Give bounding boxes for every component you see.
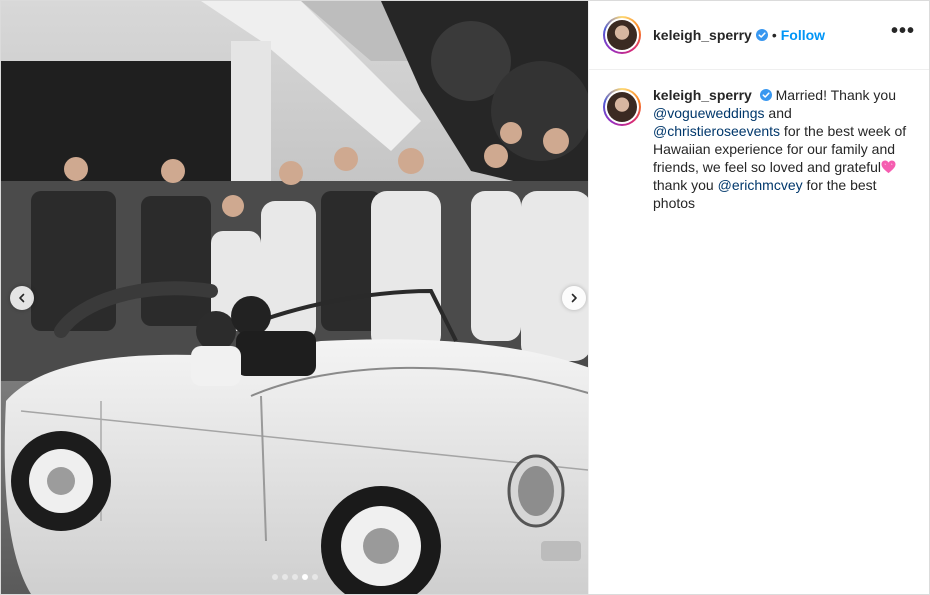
carousel-dot xyxy=(281,574,288,580)
chevron-right-icon xyxy=(571,293,577,303)
mention-link[interactable]: @vogueweddings xyxy=(653,105,765,121)
caption-avatar[interactable] xyxy=(603,88,641,126)
caption-comment: keleigh_sperry Married! Thank you @vogue… xyxy=(589,70,929,212)
author-username[interactable]: keleigh_sperry xyxy=(653,27,752,43)
caption-text-part: and xyxy=(764,105,792,121)
post-header: keleigh_sperry • Follow ••• xyxy=(589,1,929,70)
verified-badge-icon xyxy=(759,89,772,101)
carousel-dot xyxy=(271,574,278,580)
post-side-panel: keleigh_sperry • Follow ••• keleigh_sper… xyxy=(588,1,929,594)
carousel-dot-active xyxy=(301,574,308,580)
post-modal: keleigh_sperry • Follow ••• keleigh_sper… xyxy=(0,0,930,595)
mention-link[interactable]: @christieroseevents xyxy=(653,123,780,139)
avatar-image xyxy=(607,92,637,122)
previous-slide-button[interactable] xyxy=(10,286,34,310)
chevron-left-icon xyxy=(19,293,25,303)
carousel-dot xyxy=(311,574,318,580)
header-separator: • xyxy=(771,27,777,43)
verified-badge-icon xyxy=(755,29,768,41)
follow-button[interactable]: Follow xyxy=(781,27,825,43)
avatar-border xyxy=(605,90,639,124)
caption-text: keleigh_sperry Married! Thank you @vogue… xyxy=(653,86,915,212)
wedding-car-photo xyxy=(1,1,588,594)
next-slide-button[interactable] xyxy=(562,286,586,310)
pink-heart-emoji-icon xyxy=(881,160,896,174)
caption-username[interactable]: keleigh_sperry xyxy=(653,87,752,103)
carousel-dot xyxy=(291,574,298,580)
avatar[interactable] xyxy=(603,16,641,54)
avatar-image xyxy=(607,20,637,50)
more-options-icon[interactable]: ••• xyxy=(891,21,915,49)
caption-text-part: Married! Thank you xyxy=(775,87,896,103)
caption-text-part: thank you xyxy=(653,177,718,193)
mention-link[interactable]: @erichmcvey xyxy=(718,177,803,193)
avatar-border xyxy=(605,18,639,52)
carousel-indicator xyxy=(1,574,588,580)
post-photo[interactable] xyxy=(1,1,588,594)
